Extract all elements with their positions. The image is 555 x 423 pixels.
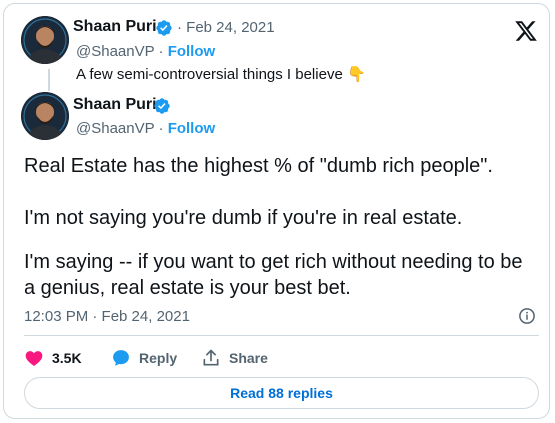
read-replies-button[interactable]: Read 88 replies bbox=[24, 377, 539, 409]
like-button[interactable]: 3.5K bbox=[24, 348, 82, 368]
tweet-text-line: I'm saying -- if you want to get rich wi… bbox=[24, 251, 523, 273]
tweet-text-line: Real Estate has the highest % of "dumb r… bbox=[24, 155, 493, 177]
quoted-author-name[interactable]: Shaan Puri bbox=[73, 18, 157, 36]
verified-badge-icon bbox=[154, 98, 170, 114]
share-button[interactable]: Share bbox=[201, 348, 268, 368]
quoted-follow-link[interactable]: Follow bbox=[168, 43, 216, 60]
author-name[interactable]: Shaan Puri bbox=[73, 96, 157, 114]
pointing-down-emoji: 👇 bbox=[346, 66, 366, 83]
x-logo-icon[interactable] bbox=[514, 19, 538, 43]
reply-label: Reply bbox=[139, 350, 178, 366]
quoted-date[interactable]: · Feb 24, 2021 bbox=[177, 19, 275, 36]
reply-icon bbox=[113, 350, 129, 366]
follow-link[interactable]: Follow bbox=[168, 120, 216, 137]
tweet-timestamp[interactable]: 12:03 PM · Feb 24, 2021 bbox=[24, 308, 190, 325]
share-label: Share bbox=[229, 350, 268, 366]
tweet-text-line: I'm not saying you're dumb if you're in … bbox=[24, 207, 463, 229]
quoted-tweet-text[interactable]: A few semi-controversial things I believ… bbox=[76, 65, 366, 83]
author-handle-row: @ShaanVP · Follow bbox=[76, 120, 216, 137]
quoted-handle-row: @ShaanVP · Follow bbox=[76, 43, 216, 60]
quoted-handle[interactable]: @ShaanVP bbox=[76, 43, 154, 60]
verified-badge-icon bbox=[156, 20, 172, 36]
share-icon bbox=[203, 349, 219, 366]
reply-button[interactable]: Reply bbox=[111, 348, 177, 368]
heart-icon bbox=[25, 351, 43, 366]
info-icon[interactable] bbox=[518, 307, 536, 325]
like-count: 3.5K bbox=[52, 350, 82, 366]
author-avatar[interactable] bbox=[21, 92, 69, 140]
author-handle[interactable]: @ShaanVP bbox=[76, 120, 154, 137]
thread-line bbox=[48, 69, 50, 91]
tweet-text-line: a genius, real estate is your best bet. bbox=[24, 277, 351, 299]
tweet-card: Shaan Puri · Feb 24, 2021 @ShaanVP · Fol… bbox=[3, 3, 550, 419]
quoted-avatar[interactable] bbox=[21, 16, 69, 64]
divider bbox=[24, 335, 539, 336]
